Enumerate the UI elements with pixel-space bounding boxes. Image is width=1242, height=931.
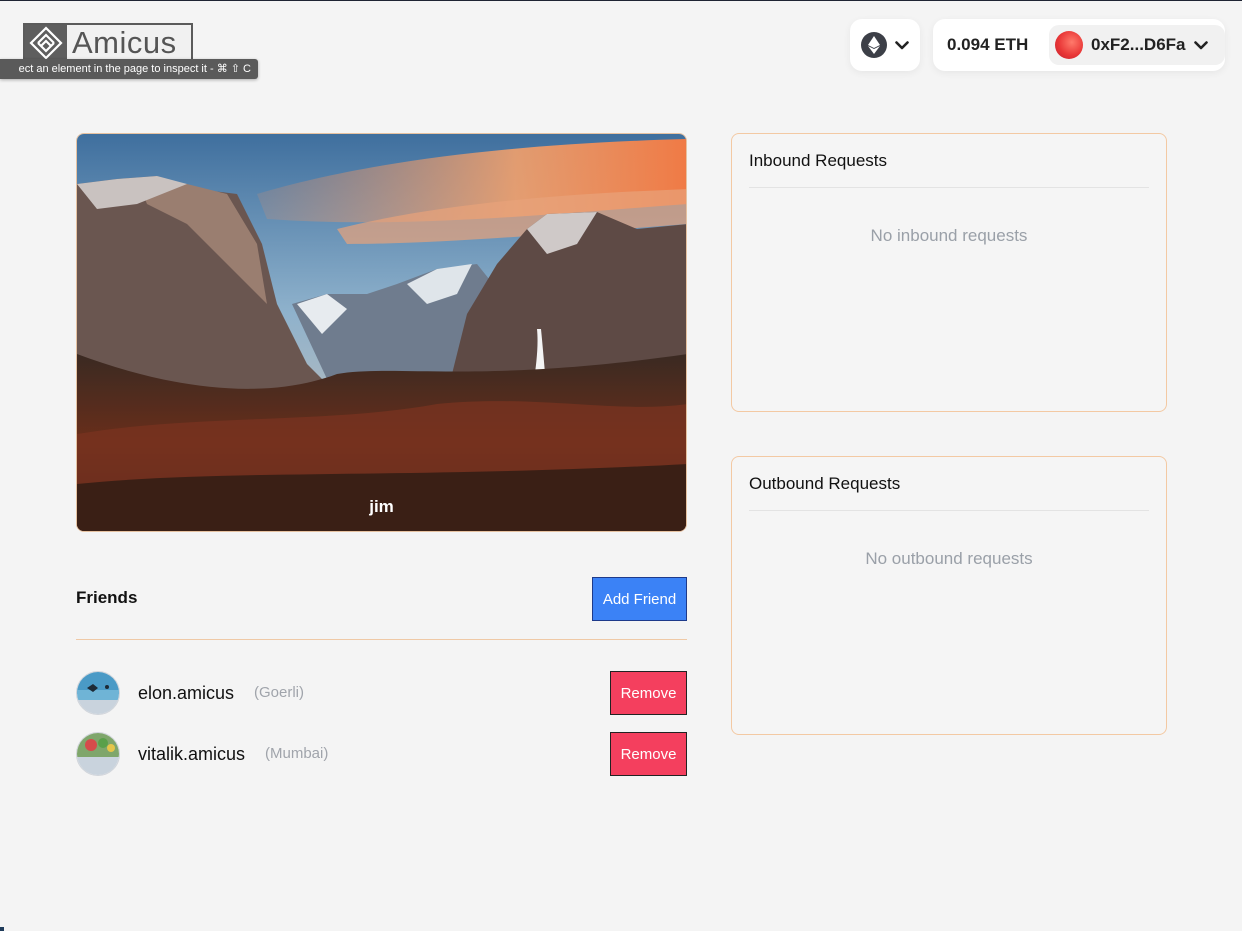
chevron-down-icon bbox=[895, 38, 909, 52]
friend-name: elon.amicus bbox=[138, 683, 235, 703]
outbound-requests-panel: Outbound Requests No outbound requests bbox=[731, 456, 1167, 735]
outbound-divider bbox=[749, 510, 1149, 511]
account-address: 0xF2...D6Fa bbox=[1091, 35, 1186, 54]
outbound-empty-message: No outbound requests bbox=[865, 549, 1033, 568]
account-address-button[interactable]: 0xF2...D6Fa bbox=[1049, 25, 1225, 65]
list-item: vitalik.amicus (Mumbai) Remove bbox=[76, 732, 687, 776]
friend-network: (Mumbai) bbox=[265, 745, 329, 762]
inbound-requests-panel: Inbound Requests No inbound requests bbox=[731, 133, 1167, 412]
outbound-requests-title: Outbound Requests bbox=[749, 474, 901, 493]
chevron-down-icon bbox=[1193, 38, 1208, 52]
friend-network: (Goerli) bbox=[254, 684, 305, 701]
friend-name: vitalik.amicus bbox=[138, 744, 246, 764]
window-top-border bbox=[0, 0, 1242, 1]
profile-card: jim bbox=[76, 133, 687, 532]
amicus-logo[interactable]: Amicus bbox=[23, 23, 193, 63]
avatar bbox=[76, 732, 120, 776]
inbound-empty-message: No inbound requests bbox=[870, 226, 1028, 245]
inspect-tooltip: ect an element in the page to inspect it… bbox=[0, 59, 258, 79]
network-selector-button[interactable] bbox=[850, 19, 920, 71]
eth-balance: 0.094 ETH bbox=[947, 35, 1029, 54]
logo-text: Amicus bbox=[72, 25, 177, 60]
inspect-tooltip-text: ect an element in the page to inspect it… bbox=[18, 63, 251, 75]
account-box: 0.094 ETH 0xF2...D6Fa bbox=[933, 19, 1225, 71]
account-avatar bbox=[1055, 31, 1083, 59]
list-item: elon.amicus (Goerli) Remove bbox=[76, 671, 687, 715]
window-corner bbox=[0, 927, 4, 931]
logo-diamond-icon bbox=[25, 25, 67, 61]
profile-name: jim bbox=[369, 497, 394, 516]
friends-heading: Friends bbox=[76, 588, 138, 607]
friends-divider bbox=[76, 639, 687, 640]
add-friend-button[interactable]: Add Friend bbox=[592, 577, 687, 621]
profile-banner-image bbox=[77, 134, 686, 531]
ethereum-icon bbox=[861, 32, 887, 58]
inbound-divider bbox=[749, 187, 1149, 188]
inbound-requests-title: Inbound Requests bbox=[749, 151, 887, 170]
remove-friend-button[interactable]: Remove bbox=[610, 671, 687, 715]
avatar bbox=[76, 671, 120, 715]
remove-friend-button[interactable]: Remove bbox=[610, 732, 687, 776]
